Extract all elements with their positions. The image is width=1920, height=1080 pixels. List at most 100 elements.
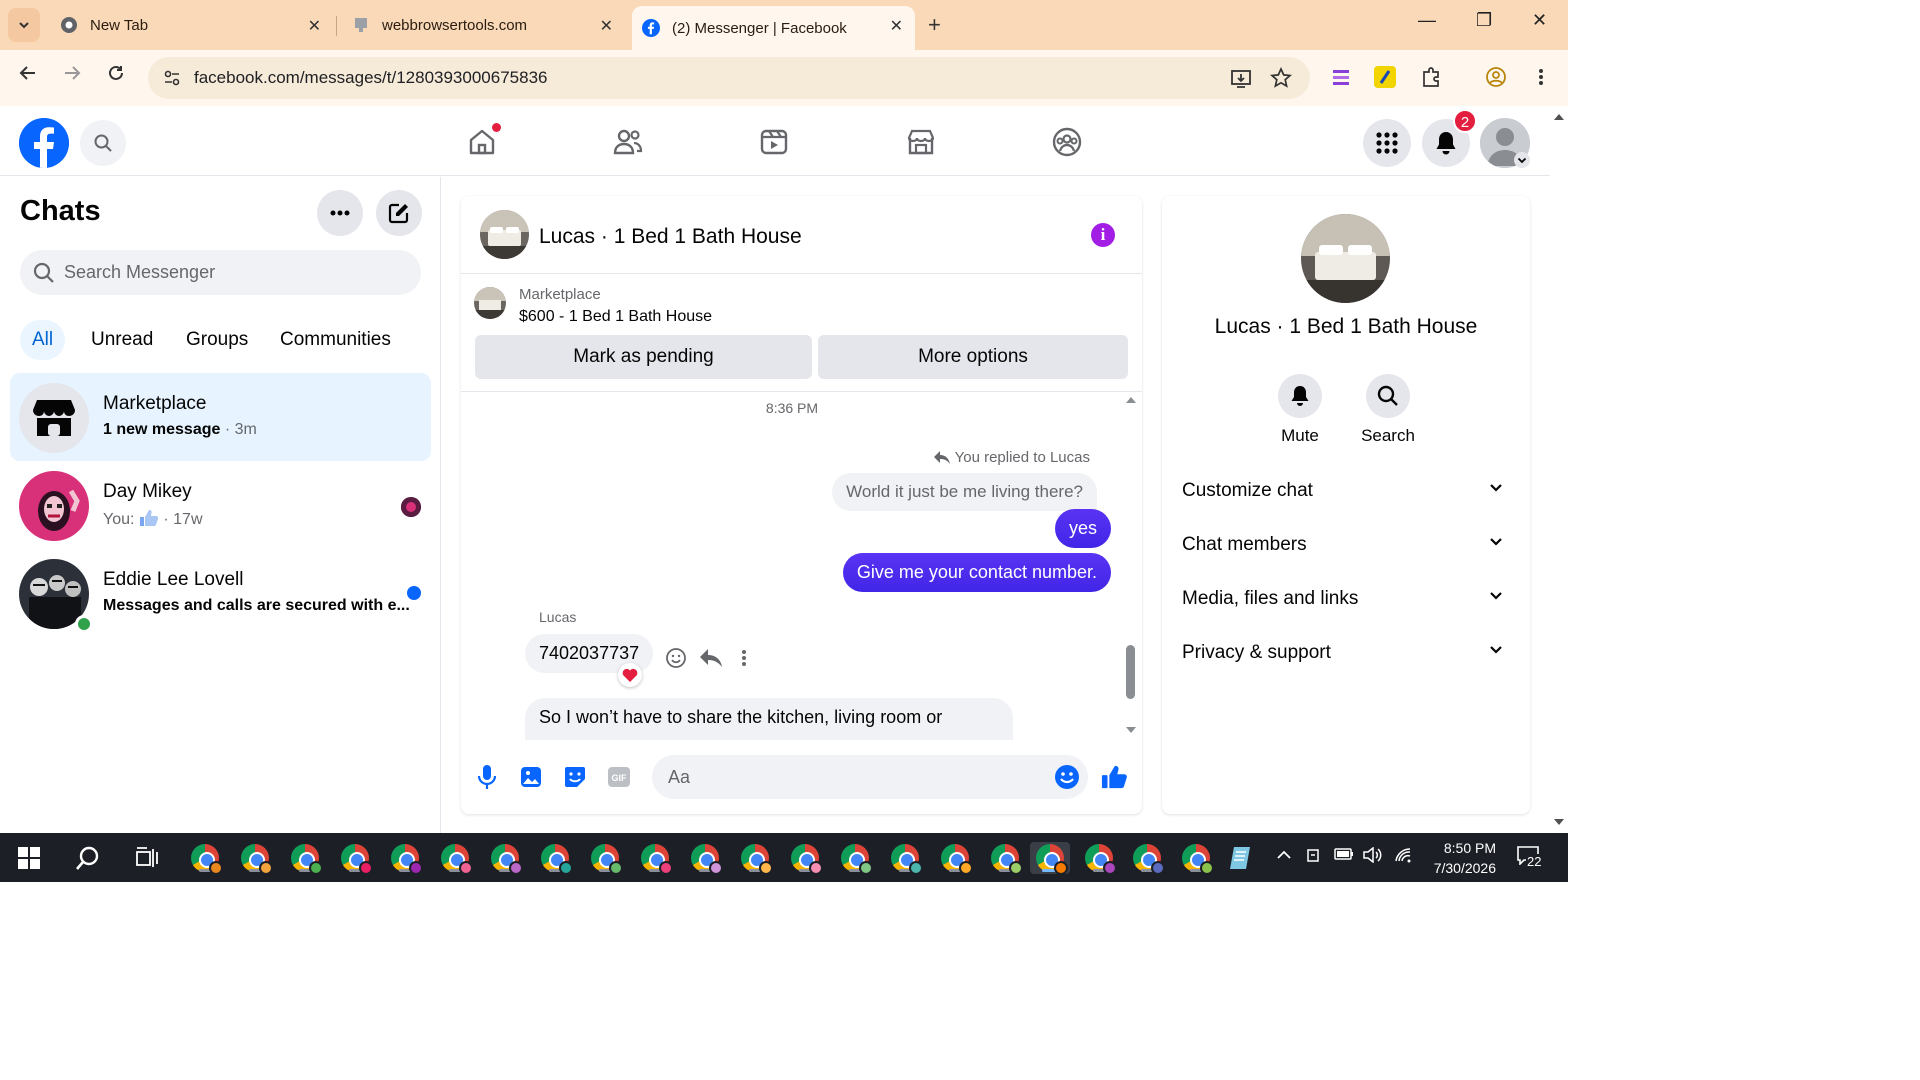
listing-price-title[interactable]: $600 - 1 Bed 1 Bath House: [519, 308, 712, 326]
chat-item-marketplace[interactable]: Marketplace 1 new message · 3m: [10, 373, 431, 461]
emoji-icon[interactable]: [1054, 764, 1080, 790]
nav-video[interactable]: [756, 124, 792, 160]
forward-button[interactable]: [58, 64, 86, 88]
filter-unread[interactable]: Unread: [79, 320, 165, 360]
chrome-taskbar-item[interactable]: [889, 842, 923, 875]
section-media-files-links[interactable]: Media, files and links: [1172, 576, 1520, 622]
message-scrollbar[interactable]: [1125, 393, 1137, 740]
chat-item-day-mikey[interactable]: Day Mikey You: · 17w: [10, 461, 431, 549]
chrome-taskbar-item[interactable]: [639, 842, 673, 875]
extension-yellow-icon[interactable]: [1374, 66, 1396, 88]
chrome-taskbar-item[interactable]: [439, 842, 473, 875]
chrome-taskbar-item[interactable]: [689, 842, 723, 875]
close-tab-icon[interactable]: ✕: [308, 16, 321, 36]
filter-communities[interactable]: Communities: [268, 320, 403, 360]
start-button[interactable]: [13, 842, 45, 874]
search-action[interactable]: Search: [1348, 374, 1428, 446]
task-view-button[interactable]: [131, 842, 163, 874]
react-button[interactable]: [664, 646, 688, 670]
conversation-title[interactable]: Lucas · 1 Bed 1 Bath House: [539, 225, 802, 249]
send-like-button[interactable]: [1101, 764, 1127, 790]
scroll-up-icon[interactable]: [1553, 112, 1565, 121]
new-tab-button[interactable]: +: [928, 12, 941, 38]
menu-button[interactable]: [1363, 119, 1411, 167]
restore-button[interactable]: ❐: [1476, 10, 1492, 31]
sticker-button[interactable]: [562, 764, 588, 790]
tab-search-button[interactable]: [8, 8, 40, 42]
mute-button[interactable]: [1278, 374, 1322, 418]
chrome-taskbar-item[interactable]: [239, 842, 273, 875]
mute-action[interactable]: Mute: [1260, 374, 1340, 446]
tab-webbrowsertools[interactable]: webbrowsertools.com ✕: [340, 6, 625, 44]
voice-clip-button[interactable]: [474, 764, 500, 790]
chat-item-eddie-lee-lovell[interactable]: Eddie Lee Lovell Messages and calls are …: [10, 549, 431, 637]
heart-reaction-icon[interactable]: [618, 663, 642, 687]
close-window-button[interactable]: ✕: [1532, 10, 1547, 31]
mark-as-pending-button[interactable]: Mark as pending: [475, 335, 812, 379]
chrome-taskbar-item[interactable]: [789, 842, 823, 875]
notepad-taskbar-item[interactable]: [1226, 842, 1258, 874]
quoted-message-bubble[interactable]: World it just be me living there?: [832, 473, 1097, 511]
scroll-up-icon[interactable]: [1125, 395, 1137, 405]
close-tab-icon[interactable]: ✕: [600, 16, 613, 36]
page-scrollbar[interactable]: [1550, 106, 1568, 833]
battery-icon[interactable]: [1334, 847, 1354, 865]
close-tab-icon[interactable]: ✕: [890, 16, 903, 36]
install-app-icon[interactable]: [1230, 67, 1252, 94]
section-customize-chat[interactable]: Customize chat: [1172, 468, 1520, 514]
filter-all[interactable]: All: [20, 320, 66, 360]
chrome-taskbar-item[interactable]: [389, 842, 423, 875]
site-info-icon[interactable]: [162, 68, 182, 88]
show-hidden-icons-button[interactable]: [1277, 847, 1291, 864]
meet-now-icon[interactable]: [1306, 847, 1322, 867]
section-chat-members[interactable]: Chat members: [1172, 522, 1520, 568]
chrome-taskbar-item[interactable]: [739, 842, 773, 875]
outgoing-message-bubble[interactable]: Give me your contact number.: [842, 553, 1111, 592]
chrome-taskbar-item[interactable]: [839, 842, 873, 875]
volume-icon[interactable]: [1363, 846, 1383, 867]
facebook-logo-icon[interactable]: [19, 118, 69, 168]
address-bar[interactable]: facebook.com/messages/t/1280393000675836: [148, 57, 1310, 99]
chrome-taskbar-item[interactable]: [489, 842, 523, 875]
system-clock[interactable]: 8:50 PM 7/30/2026: [1418, 838, 1496, 878]
bookmark-star-icon[interactable]: [1269, 66, 1293, 94]
chrome-taskbar-item[interactable]: [189, 842, 223, 875]
taskbar-search-button[interactable]: [72, 842, 104, 874]
filter-groups[interactable]: Groups: [174, 320, 260, 360]
notification-center-button[interactable]: 22: [1516, 845, 1543, 869]
gif-button[interactable]: GIF: [606, 764, 632, 790]
attach-photo-button[interactable]: [518, 764, 544, 790]
chrome-taskbar-item[interactable]: [1180, 842, 1214, 875]
chat-options-button[interactable]: [317, 190, 363, 236]
tab-new-tab[interactable]: New Tab ✕: [48, 6, 333, 44]
scroll-down-icon[interactable]: [1125, 725, 1137, 735]
facebook-search-button[interactable]: [80, 120, 126, 166]
conversation-avatar[interactable]: [480, 210, 529, 259]
message-input-box[interactable]: [652, 755, 1088, 799]
profile-icon[interactable]: [1485, 66, 1507, 88]
reply-button[interactable]: [699, 646, 723, 670]
more-options-button[interactable]: More options: [818, 335, 1128, 379]
scroll-down-icon[interactable]: [1553, 818, 1565, 827]
extension-grid-icon[interactable]: [1330, 66, 1352, 88]
nav-groups[interactable]: [1049, 124, 1085, 160]
chrome-taskbar-item[interactable]: [939, 842, 973, 875]
nav-marketplace[interactable]: [903, 124, 939, 160]
reload-button[interactable]: [102, 64, 130, 88]
chrome-taskbar-item[interactable]: [1083, 842, 1117, 875]
conversation-info-button[interactable]: i: [1091, 223, 1115, 247]
nav-friends[interactable]: [610, 124, 646, 160]
chrome-taskbar-item[interactable]: [589, 842, 623, 875]
chrome-taskbar-item[interactable]: [539, 842, 573, 875]
message-input[interactable]: [668, 755, 1038, 799]
chrome-taskbar-item[interactable]: [339, 842, 373, 875]
extensions-puzzle-icon[interactable]: [1420, 66, 1442, 88]
chrome-taskbar-item-active[interactable]: [1030, 842, 1070, 875]
message-thread[interactable]: 8:36 PM You replied to Lucas World it ju…: [461, 393, 1142, 740]
outgoing-message-bubble[interactable]: yes: [1054, 509, 1111, 548]
minimize-button[interactable]: —: [1418, 10, 1436, 31]
scroll-thumb[interactable]: [1126, 645, 1135, 699]
account-chevron-icon[interactable]: [1514, 152, 1530, 168]
listing-thumbnail[interactable]: [474, 287, 506, 319]
incoming-message-bubble[interactable]: So I won’t have to share the kitchen, li…: [525, 698, 1013, 740]
